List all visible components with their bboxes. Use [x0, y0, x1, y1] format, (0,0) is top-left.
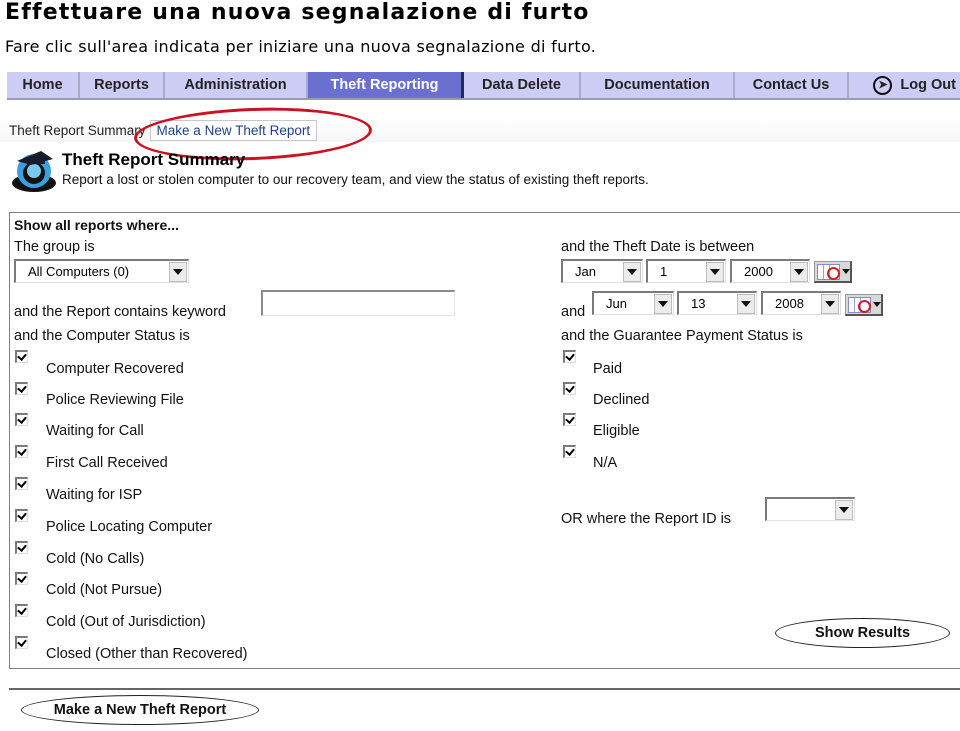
nav-administration-label: Administration [184, 77, 287, 93]
payment-status-option: Declined [593, 392, 650, 408]
calendar-icon [848, 296, 871, 313]
computer-status-option: Police Locating Computer [46, 519, 213, 535]
nav-home-label: Home [22, 77, 63, 93]
checkbox-waiting-for-call[interactable] [15, 413, 28, 426]
group-label: The group is [14, 239, 95, 255]
nav-reports[interactable]: Reports [80, 72, 165, 98]
group-select-value: All Computers (0) [28, 264, 130, 279]
nav-log-out-label: Log Out [900, 77, 956, 93]
instruction-subtitle: Fare clic sull'area indicata per iniziar… [5, 37, 597, 56]
to-month-select[interactable]: Jun [592, 291, 674, 315]
chevron-down-icon [169, 261, 187, 282]
section-divider [9, 688, 960, 690]
page-description: Report a lost or stolen computer to our … [62, 172, 649, 187]
chevron-down-icon [706, 261, 724, 282]
subtab-theft-report-summary[interactable]: Theft Report Summary [9, 123, 146, 138]
to-day-select[interactable]: 13 [677, 291, 757, 315]
subtab-make-new-theft-report[interactable]: Make a New Theft Report [149, 119, 318, 141]
theft-date-label: and the Theft Date is between [561, 239, 755, 255]
sub-tabs: Theft Report Summary Make a New Theft Re… [0, 118, 960, 142]
computer-status-label: and the Computer Status is [14, 328, 190, 344]
to-year-select[interactable]: 2008 [761, 291, 841, 315]
chevron-down-icon [821, 293, 839, 314]
nav-reports-label: Reports [94, 77, 149, 93]
theft-report-logo-icon [12, 151, 56, 192]
computer-status-option: Cold (Out of Jurisdiction) [46, 614, 206, 630]
page-title: Theft Report Summary [62, 150, 246, 169]
report-id-select[interactable] [765, 497, 855, 521]
report-id-label: OR where the Report ID is [561, 511, 732, 527]
from-month-value: Jan [575, 264, 596, 279]
from-day-value: 1 [660, 264, 668, 279]
payment-status-option: Paid [593, 361, 623, 377]
payment-status-option: N/A [593, 455, 618, 471]
from-year-select[interactable]: 2000 [730, 259, 810, 283]
chevron-down-icon [835, 499, 853, 520]
computer-status-option: Computer Recovered [46, 361, 184, 377]
group-select[interactable]: All Computers (0) [14, 259, 189, 283]
computer-status-option: Waiting for ISP [46, 487, 143, 503]
main-nav: Home Reports Administration Theft Report… [7, 72, 960, 100]
nav-contact-us[interactable]: Contact Us [735, 72, 849, 98]
from-date-calendar-button[interactable] [814, 261, 852, 283]
chevron-down-icon [790, 261, 808, 282]
checkbox-eligible[interactable] [563, 413, 576, 426]
keyword-label: and the Report contains keyword [14, 304, 226, 320]
nav-home[interactable]: Home [7, 72, 80, 98]
nav-data-delete-label: Data Delete [482, 77, 561, 93]
make-new-theft-report-button[interactable]: Make a New Theft Report [21, 695, 259, 725]
nav-data-delete[interactable]: Data Delete [464, 72, 581, 98]
nav-administration[interactable]: Administration [165, 72, 308, 98]
instruction-title: Effettuare una nuova segnalazione di fur… [5, 0, 590, 25]
from-day-select[interactable]: 1 [646, 259, 726, 283]
computer-status-option: First Call Received [46, 455, 168, 471]
payment-status-option: Eligible [593, 423, 640, 439]
computer-status-option: Closed (Other than Recovered) [46, 646, 248, 662]
chevron-down-icon [654, 293, 672, 314]
computer-status-option: Cold (Not Pursue) [46, 582, 163, 598]
to-year-value: 2008 [775, 296, 804, 311]
chevron-down-icon [737, 293, 755, 314]
checkbox-closed-other-than-recovered[interactable] [15, 636, 28, 649]
nav-contact-us-label: Contact Us [752, 77, 830, 93]
nav-theft-reporting-label: Theft Reporting [330, 77, 439, 93]
checkbox-cold-out-of-jurisdiction[interactable] [15, 604, 28, 617]
show-results-button[interactable]: Show Results [775, 618, 950, 648]
checkbox-cold-not-pursue[interactable] [15, 572, 28, 585]
and-label: and [561, 304, 586, 320]
filter-heading: Show all reports where... [14, 217, 179, 233]
computer-status-option: Police Reviewing File [46, 392, 184, 408]
checkbox-paid[interactable] [563, 350, 576, 363]
checkbox-first-call-received[interactable] [15, 445, 28, 458]
computer-status-option: Waiting for Call [46, 423, 144, 439]
checkbox-declined[interactable] [563, 382, 576, 395]
checkbox-computer-recovered[interactable] [15, 350, 28, 363]
checkbox-police-locating-computer[interactable] [15, 509, 28, 522]
from-month-select[interactable]: Jan [561, 259, 643, 283]
checkbox-cold-no-calls[interactable] [15, 541, 28, 554]
checkbox-na[interactable] [563, 445, 576, 458]
to-month-value: Jun [606, 296, 627, 311]
payment-status-label: and the Guarantee Payment Status is [561, 328, 803, 344]
checkbox-police-reviewing-file[interactable] [15, 382, 28, 395]
nav-log-out[interactable]: ➤ Log Out [849, 72, 960, 98]
nav-documentation-label: Documentation [604, 77, 710, 93]
nav-documentation[interactable]: Documentation [581, 72, 735, 98]
from-year-value: 2000 [744, 264, 773, 279]
to-date-calendar-button[interactable] [845, 294, 883, 316]
chevron-down-icon [842, 269, 850, 274]
calendar-icon [817, 263, 840, 280]
checkbox-waiting-for-isp[interactable] [15, 477, 28, 490]
to-day-value: 13 [691, 296, 706, 311]
logout-arrow-icon: ➤ [873, 75, 893, 95]
nav-theft-reporting[interactable]: Theft Reporting [308, 72, 464, 98]
computer-status-option: Cold (No Calls) [46, 551, 145, 567]
chevron-down-icon [873, 302, 881, 307]
keyword-input[interactable] [261, 290, 455, 316]
filter-panel: Show all reports where... The group is A… [9, 212, 960, 669]
chevron-down-icon [623, 261, 641, 282]
